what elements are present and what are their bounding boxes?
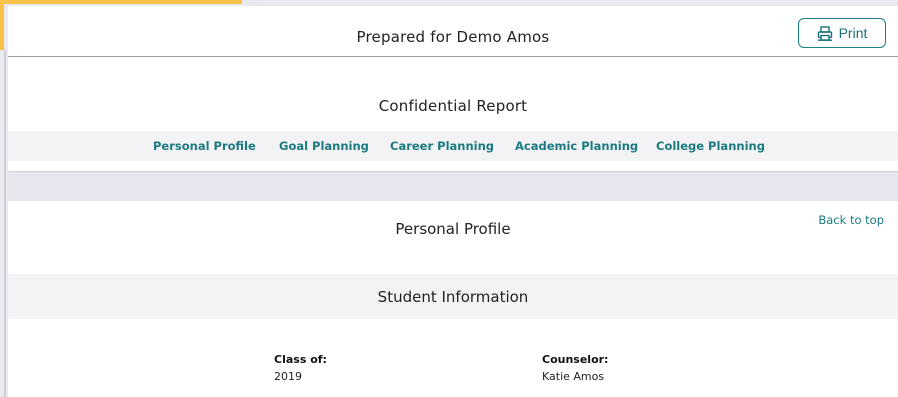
- prepared-for-text: Prepared for Demo Amos: [356, 28, 550, 46]
- class-of-field: Class of: 2019: [274, 353, 327, 383]
- printer-icon: [817, 25, 833, 41]
- back-to-top-link[interactable]: Back to top: [818, 213, 884, 227]
- section-nav: Personal Profile Goal Planning Career Pl…: [8, 131, 898, 161]
- report-title: Confidential Report: [378, 97, 528, 115]
- subsection-heading: Student Information: [377, 288, 529, 306]
- nav-college-planning[interactable]: College Planning: [656, 139, 765, 153]
- header-bar: Prepared for Demo Amos Print: [8, 6, 898, 57]
- section-heading: Personal Profile: [395, 220, 511, 238]
- nav-personal-profile[interactable]: Personal Profile: [153, 139, 256, 153]
- print-button[interactable]: Print: [798, 18, 886, 48]
- nav-career-planning[interactable]: Career Planning: [390, 139, 494, 153]
- report-header-card: Confidential Report Personal Profile Goa…: [8, 57, 898, 172]
- personal-profile-section: Personal Profile Back to top Student Inf…: [8, 201, 898, 397]
- field-label: Class of:: [274, 353, 327, 366]
- student-information-header: Student Information: [8, 274, 898, 319]
- field-label: Counselor:: [542, 353, 609, 366]
- field-value: Katie Amos: [542, 370, 605, 383]
- counselor-field: Counselor: Katie Amos: [542, 353, 608, 383]
- accent-bar-top: [0, 0, 242, 4]
- report-page: Prepared for Demo Amos Print Confidentia…: [0, 0, 898, 397]
- print-label: Print: [838, 25, 868, 41]
- field-value: 2019: [274, 370, 302, 383]
- left-rule: [4, 50, 6, 397]
- nav-goal-planning[interactable]: Goal Planning: [279, 139, 369, 153]
- section-divider: [8, 172, 898, 201]
- nav-academic-planning[interactable]: Academic Planning: [515, 139, 638, 153]
- accent-bar-left: [0, 4, 4, 50]
